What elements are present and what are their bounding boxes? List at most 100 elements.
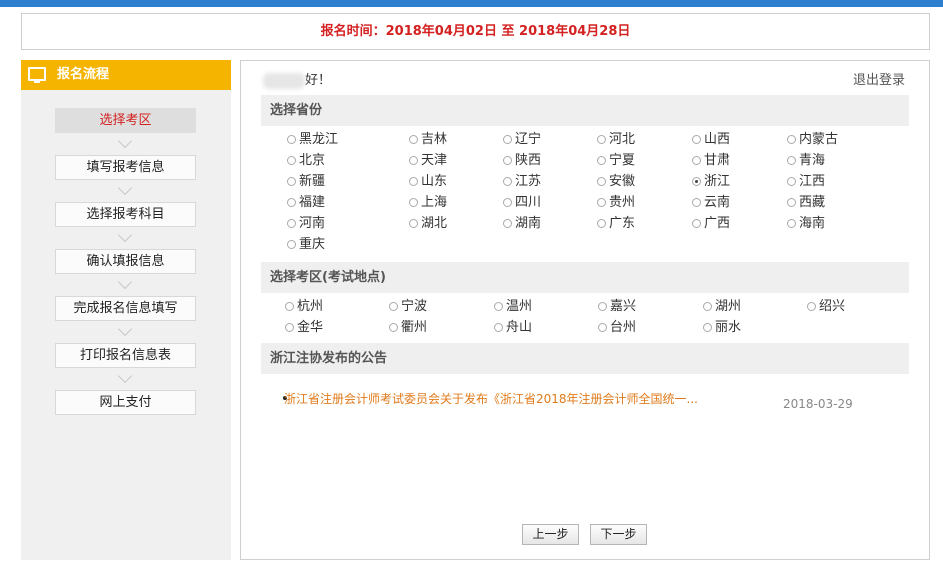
radio-icon[interactable] [692,135,701,144]
area-option[interactable]: 台州 [598,320,636,336]
area-label: 湖州 [715,299,742,314]
radio-icon[interactable] [503,198,512,207]
province-option[interactable]: 福建 [287,195,325,211]
radio-icon[interactable] [287,219,296,228]
area-option[interactable]: 金华 [285,320,323,336]
radio-icon[interactable] [692,219,701,228]
notice-link[interactable]: 浙江省注册会计师考试委员会关于发布《浙江省2018年注册会计师全国统一... [284,390,698,407]
province-option[interactable]: 内蒙古 [787,132,838,148]
province-option[interactable]: 湖南 [503,216,541,232]
sidebar-step[interactable]: 完成报名信息填写 [55,296,196,321]
radio-icon[interactable] [807,302,816,311]
radio-icon[interactable] [787,156,796,165]
area-option[interactable]: 湖州 [703,299,741,315]
sidebar-step[interactable]: 选择考区 [55,108,196,133]
radio-icon[interactable] [409,156,418,165]
radio-icon[interactable] [503,177,512,186]
radio-icon[interactable] [409,219,418,228]
province-option[interactable]: 海南 [787,216,825,232]
radio-icon[interactable] [389,323,398,332]
area-option[interactable]: 杭州 [285,299,323,315]
radio-icon[interactable] [503,156,512,165]
radio-icon[interactable] [597,219,606,228]
province-option[interactable]: 上海 [409,195,447,211]
province-option[interactable]: 重庆 [287,237,325,253]
radio-icon[interactable] [409,177,418,186]
radio-icon[interactable] [787,177,796,186]
radio-icon[interactable] [285,323,294,332]
province-label: 辽宁 [515,132,542,147]
province-option[interactable]: 辽宁 [503,132,541,148]
area-option[interactable]: 温州 [494,299,532,315]
province-label: 福建 [299,195,326,210]
province-option[interactable]: 河南 [287,216,325,232]
area-label: 衢州 [401,320,428,335]
sidebar-step[interactable]: 打印报名信息表 [55,343,196,368]
province-option[interactable]: 北京 [287,153,325,169]
sidebar-step[interactable]: 选择报考科目 [55,202,196,227]
radio-icon[interactable] [287,198,296,207]
province-option[interactable]: 安徽 [597,174,635,190]
province-option[interactable]: 青海 [787,153,825,169]
province-option[interactable]: 陕西 [503,153,541,169]
province-option[interactable]: 云南 [692,195,730,211]
province-option[interactable]: 山西 [692,132,730,148]
province-option[interactable]: 天津 [409,153,447,169]
radio-icon[interactable] [597,135,606,144]
radio-icon[interactable] [692,198,701,207]
province-label: 黑龙江 [299,132,339,147]
radio-icon[interactable] [409,198,418,207]
province-option[interactable]: 贵州 [597,195,635,211]
radio-icon[interactable] [285,302,294,311]
province-option[interactable]: 宁夏 [597,153,635,169]
province-option[interactable]: 新疆 [287,174,325,190]
radio-icon[interactable] [598,302,607,311]
radio-icon[interactable] [389,302,398,311]
radio-icon[interactable] [787,198,796,207]
radio-icon[interactable] [409,135,418,144]
radio-icon[interactable] [494,302,503,311]
radio-icon[interactable] [703,323,712,332]
radio-icon[interactable] [287,240,296,249]
radio-icon[interactable] [692,177,701,186]
province-option[interactable]: 湖北 [409,216,447,232]
province-option[interactable]: 甘肃 [692,153,730,169]
province-option[interactable]: 四川 [503,195,541,211]
radio-icon[interactable] [287,135,296,144]
radio-icon[interactable] [597,177,606,186]
province-option[interactable]: 广西 [692,216,730,232]
area-option[interactable]: 宁波 [389,299,427,315]
radio-icon[interactable] [787,219,796,228]
radio-icon[interactable] [494,323,503,332]
logout-link[interactable]: 退出登录 [853,69,905,88]
province-option[interactable]: 山东 [409,174,447,190]
sidebar-step[interactable]: 确认填报信息 [55,249,196,274]
radio-icon[interactable] [692,156,701,165]
radio-icon[interactable] [503,135,512,144]
radio-icon[interactable] [597,156,606,165]
province-option[interactable]: 江西 [787,174,825,190]
province-option[interactable]: 黑龙江 [287,132,338,148]
area-option[interactable]: 嘉兴 [598,299,636,315]
radio-icon[interactable] [787,135,796,144]
sidebar-step[interactable]: 网上支付 [55,390,196,415]
radio-icon[interactable] [598,323,607,332]
area-option[interactable]: 绍兴 [807,299,845,315]
area-option[interactable]: 衢州 [389,320,427,336]
province-option[interactable]: 江苏 [503,174,541,190]
radio-icon[interactable] [287,156,296,165]
province-option[interactable]: 广东 [597,216,635,232]
prev-step-button[interactable]: 上一步 [522,524,579,545]
radio-icon[interactable] [703,302,712,311]
area-option[interactable]: 舟山 [494,320,532,336]
area-option[interactable]: 丽水 [703,320,741,336]
radio-icon[interactable] [503,219,512,228]
province-option[interactable]: 西藏 [787,195,825,211]
radio-icon[interactable] [597,198,606,207]
province-option[interactable]: 浙江 [692,174,730,190]
radio-icon[interactable] [287,177,296,186]
sidebar-step[interactable]: 填写报考信息 [55,155,196,180]
province-option[interactable]: 河北 [597,132,635,148]
next-step-button[interactable]: 下一步 [590,524,647,545]
province-option[interactable]: 吉林 [409,132,447,148]
